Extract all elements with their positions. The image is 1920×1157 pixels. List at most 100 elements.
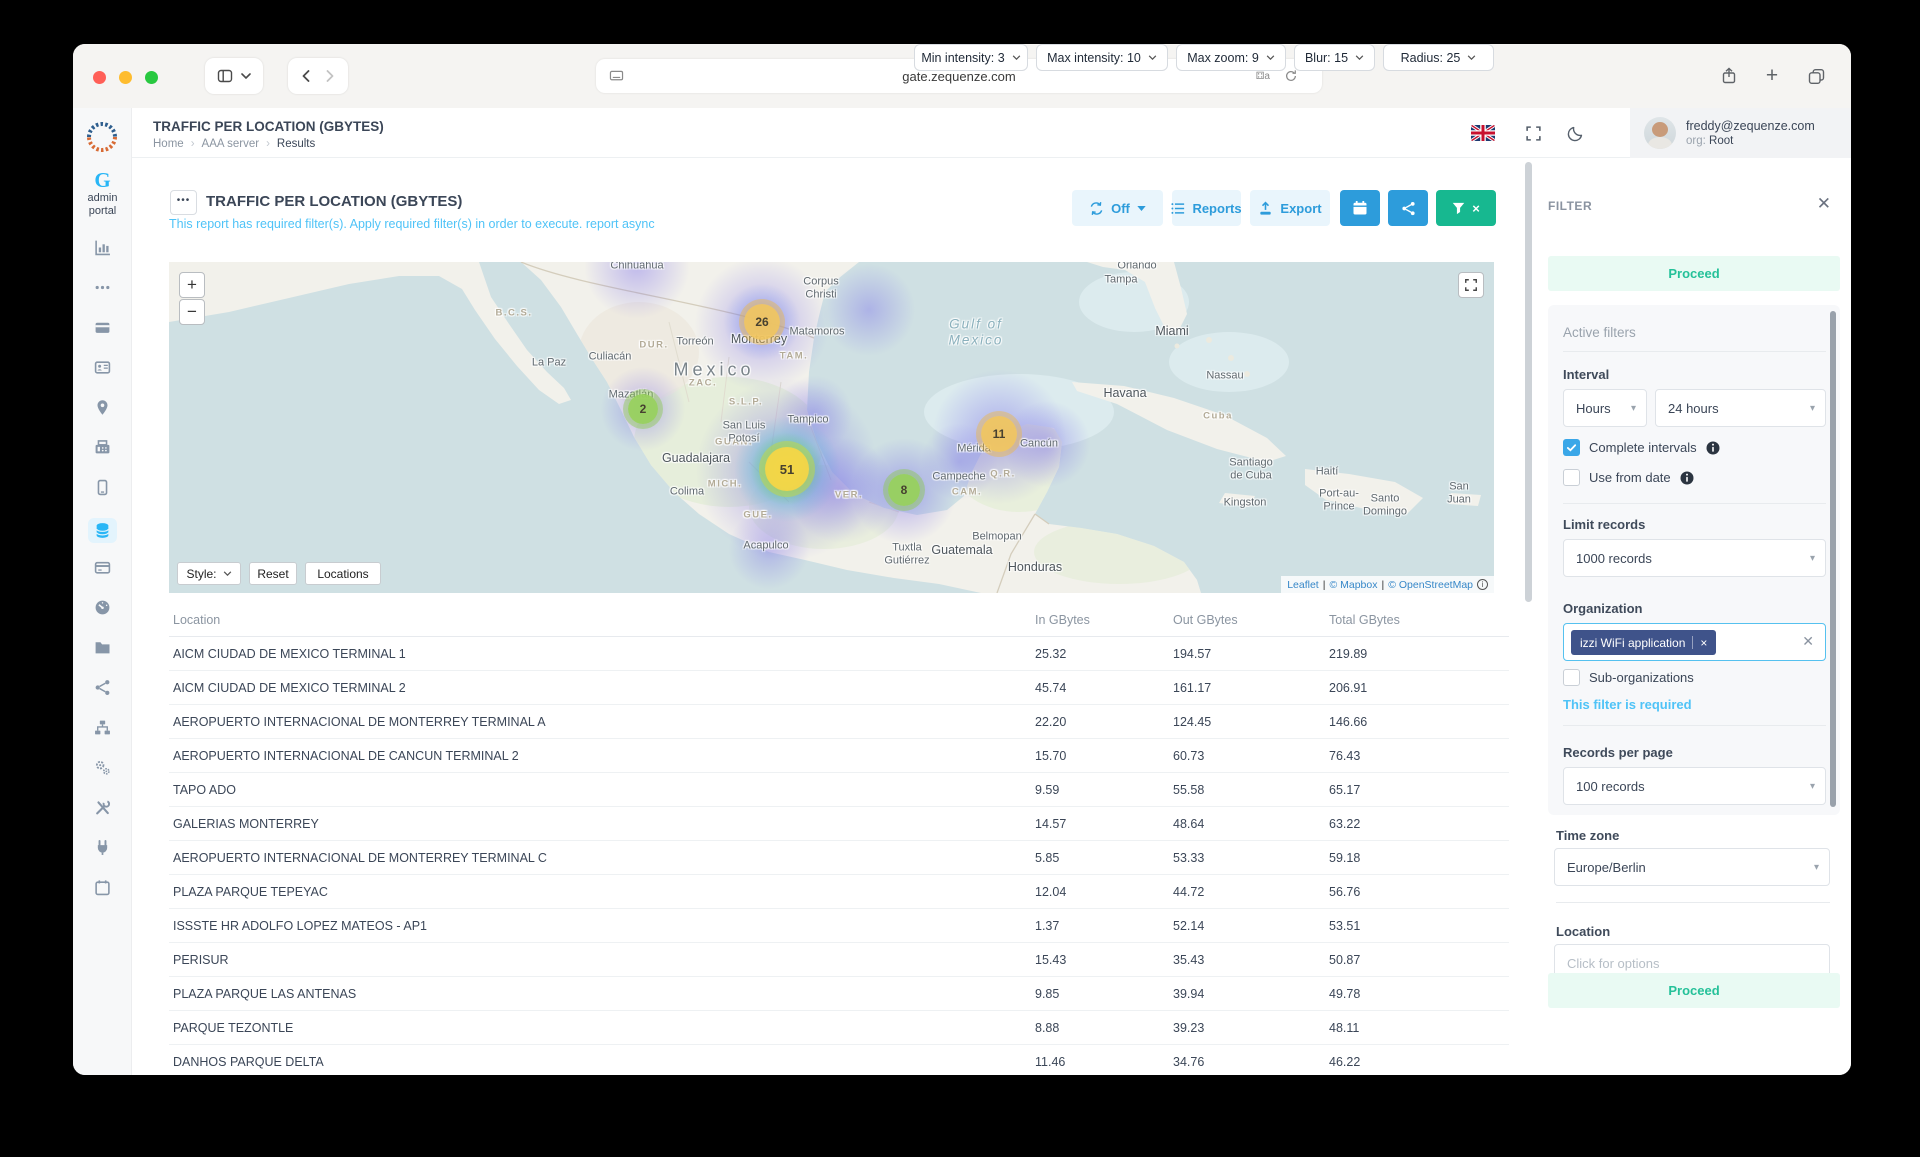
cell-value: 48.64 <box>1173 817 1204 831</box>
table-row[interactable]: AEROPUERTO INTERNACIONAL DE MONTERREY TE… <box>169 841 1509 875</box>
sub-organizations-checkbox[interactable] <box>1563 669 1580 686</box>
table-row[interactable]: PLAZA PARQUE TEPEYAC12.0444.7256.76 <box>169 875 1509 909</box>
zoom-window-button[interactable] <box>145 71 158 84</box>
table-row[interactable]: GALERIAS MONTERREY14.5748.6463.22 <box>169 807 1509 841</box>
filter-toggle-button[interactable]: × <box>1436 190 1496 226</box>
remove-tag-icon[interactable]: × <box>1700 636 1707 650</box>
table-row[interactable]: AICM CIUDAD DE MEXICO TERMINAL 125.32194… <box>169 637 1509 671</box>
table-row[interactable]: DANHOS PARQUE DELTA11.4634.7646.22 <box>169 1045 1509 1075</box>
filters-scrollbar[interactable] <box>1830 311 1836 807</box>
sidebar-item-tools[interactable] <box>73 790 132 830</box>
tab-overview-icon[interactable] <box>1801 58 1831 94</box>
app-logo[interactable] <box>85 120 119 159</box>
col-total-gbytes[interactable]: Total GBytes <box>1329 613 1400 627</box>
proceed-button-bottom[interactable]: Proceed <box>1548 973 1840 1008</box>
sidebar-item-database[interactable] <box>73 510 132 550</box>
col-in-gbytes[interactable]: In GBytes <box>1035 613 1090 627</box>
export-button[interactable]: Export <box>1250 190 1330 226</box>
cluster-marker-8[interactable]: 8 <box>888 474 920 506</box>
back-icon[interactable] <box>302 70 310 82</box>
user-menu[interactable]: freddy@zequenze.com org: Root <box>1630 108 1851 158</box>
proceed-button-top[interactable]: Proceed <box>1548 256 1840 291</box>
close-window-button[interactable] <box>93 71 106 84</box>
table-row[interactable]: PARQUE TEZONTLE8.8839.2348.11 <box>169 1011 1509 1045</box>
col-location[interactable]: Location <box>173 613 220 627</box>
sidebar-item-sitemap[interactable] <box>73 710 132 750</box>
sidebar-item-mobile[interactable] <box>73 470 132 510</box>
sidebar-item-share-nodes[interactable] <box>73 670 132 710</box>
use-from-date-checkbox[interactable] <box>1563 469 1580 486</box>
sidebar-item-calendar[interactable] <box>73 870 132 910</box>
sidebar-item-plug[interactable] <box>73 830 132 870</box>
zoom-out-button[interactable]: − <box>179 299 205 325</box>
sidebar-toggle-button[interactable] <box>205 58 263 94</box>
language-flag-icon[interactable] <box>1471 125 1495 143</box>
map-label: Matamoros <box>789 326 844 339</box>
sidebar-item-gears[interactable] <box>73 750 132 790</box>
dark-mode-moon-icon[interactable] <box>1567 125 1585 143</box>
traffic-heatmap[interactable]: ChihuahuaCorpus ChristiMatamorosMonterre… <box>169 262 1494 593</box>
attribution-info-icon[interactable]: i <box>1477 579 1488 590</box>
breadcrumb-aaa-server[interactable]: AAA server <box>202 138 260 150</box>
map-setting-max-intensity[interactable]: Max intensity: 10 <box>1036 44 1168 71</box>
cluster-marker-26[interactable]: 26 <box>744 304 780 340</box>
zoom-in-button[interactable]: + <box>179 272 205 298</box>
mapbox-link[interactable]: © Mapbox <box>1329 579 1377 591</box>
reports-button[interactable]: Reports <box>1172 190 1241 226</box>
filter-close-icon[interactable]: ✕ <box>1817 194 1831 214</box>
complete-intervals-checkbox[interactable] <box>1563 439 1580 456</box>
page-scrollbar[interactable] <box>1525 162 1532 1062</box>
table-row[interactable]: AEROPUERTO INTERNACIONAL DE CANCUN TERMI… <box>169 739 1509 773</box>
schedule-button[interactable] <box>1340 190 1380 226</box>
share-report-button[interactable] <box>1388 190 1428 226</box>
minimize-window-button[interactable] <box>119 71 132 84</box>
share-icon[interactable] <box>1714 58 1744 94</box>
col-out-gbytes[interactable]: Out GBytes <box>1173 613 1238 627</box>
map-setting-radius[interactable]: Radius: 25 <box>1383 44 1494 71</box>
sidebar-item-credit-card[interactable] <box>73 550 132 590</box>
sidebar-item-gauge[interactable] <box>73 590 132 630</box>
time-zone-select[interactable]: Europe/Berlin▾ <box>1554 848 1830 886</box>
table-row[interactable]: TAPO ADO9.5955.5865.17 <box>169 773 1509 807</box>
table-row[interactable]: PLAZA PARQUE LAS ANTENAS9.8539.9449.78 <box>169 977 1509 1011</box>
fullscreen-icon[interactable] <box>1525 125 1543 143</box>
sidebar-item-ellipsis[interactable] <box>73 270 132 310</box>
sidebar-item-chart-bar[interactable] <box>73 230 132 270</box>
translate-icon[interactable]: ⚃a <box>1256 71 1270 82</box>
new-tab-icon[interactable]: + <box>1757 58 1787 94</box>
map-reset-button[interactable]: Reset <box>249 562 297 585</box>
map-setting-min-intensity[interactable]: Min intensity: 3 <box>914 44 1028 71</box>
sidebar-item-fax[interactable] <box>73 430 132 470</box>
sidebar-item-map-pin[interactable] <box>73 390 132 430</box>
osm-link[interactable]: © OpenStreetMap <box>1388 579 1473 591</box>
forward-icon[interactable] <box>326 70 334 82</box>
cluster-marker-11[interactable]: 11 <box>981 416 1017 452</box>
auto-refresh-button[interactable]: Off <box>1072 190 1163 226</box>
table-row[interactable]: ISSSTE HR ADOLFO LOPEZ MATEOS - AP11.375… <box>169 909 1509 943</box>
map-setting-blur[interactable]: Blur: 15 <box>1294 44 1375 71</box>
sidebar-item-id-card[interactable] <box>73 350 132 390</box>
table-row[interactable]: AICM CIUDAD DE MEXICO TERMINAL 245.74161… <box>169 671 1509 705</box>
interval-unit-select[interactable]: Hours▾ <box>1563 389 1647 427</box>
clear-organization-icon[interactable]: ✕ <box>1802 633 1814 650</box>
organization-tag[interactable]: izzi WiFi application × <box>1571 630 1716 655</box>
limit-records-select[interactable]: 1000 records▾ <box>1563 539 1826 577</box>
leaflet-link[interactable]: Leaflet <box>1287 579 1319 591</box>
cluster-marker-2[interactable]: 2 <box>628 394 658 424</box>
map-style-button[interactable]: Style: <box>177 562 241 585</box>
map-locations-button[interactable]: Locations <box>305 562 381 585</box>
report-required-filter-notice[interactable]: This report has required filter(s). Appl… <box>169 217 655 231</box>
sidebar-item-wallet[interactable] <box>73 310 132 350</box>
organization-input[interactable]: izzi WiFi application × ✕ <box>1563 623 1826 661</box>
map-setting-max-zoom[interactable]: Max zoom: 9 <box>1176 44 1286 71</box>
breadcrumb-home[interactable]: Home <box>153 138 184 150</box>
cluster-marker-51[interactable]: 51 <box>765 447 809 491</box>
table-row[interactable]: PERISUR15.4335.4350.87 <box>169 943 1509 977</box>
records-per-page-select[interactable]: 100 records▾ <box>1563 767 1826 805</box>
report-more-button[interactable]: ••• <box>170 190 197 215</box>
table-row[interactable]: AEROPUERTO INTERNACIONAL DE MONTERREY TE… <box>169 705 1509 739</box>
map-fullscreen-button[interactable] <box>1458 272 1484 298</box>
sidebar-item-folder[interactable] <box>73 630 132 670</box>
reload-icon[interactable] <box>1284 69 1298 83</box>
interval-value-select[interactable]: 24 hours▾ <box>1655 389 1826 427</box>
